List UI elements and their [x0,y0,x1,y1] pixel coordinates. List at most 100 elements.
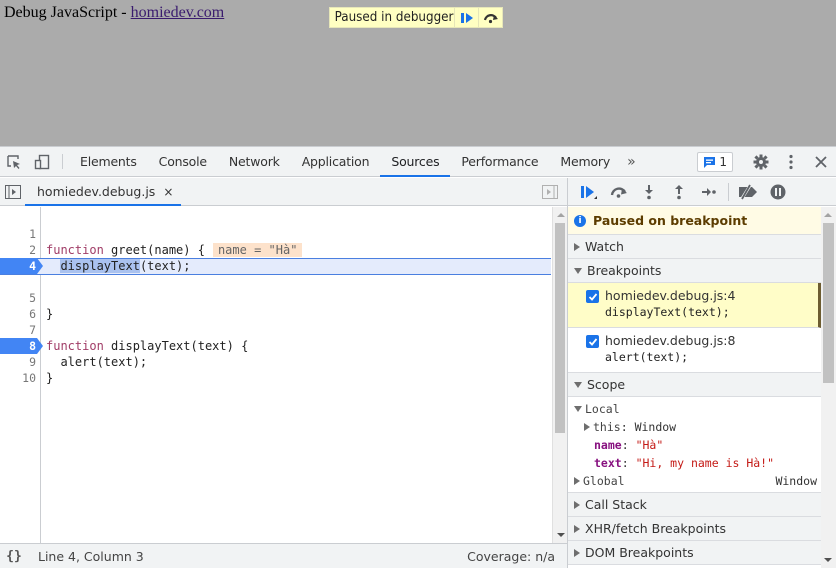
scope-label: Global [583,474,625,488]
breakpoint-checkbox[interactable] [586,335,599,348]
navigator-toggle-icon [5,185,21,199]
breakpoint-item[interactable]: homiedev.debug.js:8 alert(text); [568,328,821,373]
toolbar-divider [62,154,63,169]
tab-memory[interactable]: Memory [549,147,621,176]
scope-property-this[interactable]: this: Window [568,418,821,436]
tab-sources[interactable]: Sources [380,147,451,177]
file-tab-homiedev-debug-js[interactable]: homiedev.debug.js × [25,178,182,206]
expand-triangle-icon [584,423,590,431]
section-title: Call Stack [585,497,647,512]
scroll-down-arrow-icon[interactable] [557,533,565,537]
issues-message-icon [704,156,716,168]
scroll-up-arrow-icon[interactable] [557,213,565,217]
step-out-button[interactable] [664,178,694,206]
tab-label: Elements [80,154,137,169]
scope-property-name[interactable]: name: "Hà" [568,436,821,454]
breakpoint-marker[interactable]: 4 [0,258,43,274]
property-value: Window [634,420,677,434]
tab-performance[interactable]: Performance [450,147,549,176]
customize-menu-button[interactable] [776,154,806,170]
devtools-main-toolbar: Elements Console Network Application Sou… [0,147,836,177]
selected-text: displayText [60,259,140,273]
sources-panel: homiedev.debug.js × 1 function greet(nam… [0,178,836,568]
deactivate-breakpoints-icon [739,183,757,200]
scope-global[interactable]: Global Window [568,472,821,490]
close-icon [815,156,827,168]
xhr-breakpoints-section-header[interactable]: XHR/fetch Breakpoints [568,517,821,541]
call-stack-section-header[interactable]: Call Stack [568,493,821,517]
scope-property-text[interactable]: text: "Hi, my name is Hà!" [568,454,821,472]
debugger-scrollbar[interactable] [821,207,836,568]
expand-triangle-icon [574,500,580,509]
deactivate-breakpoints-button[interactable] [733,178,763,206]
expand-triangle-icon [574,242,580,251]
expand-triangle-icon [574,524,580,533]
tab-elements[interactable]: Elements [69,147,148,176]
tab-label: Sources [391,154,440,169]
close-file-tab-icon[interactable]: × [163,185,173,199]
line-number[interactable]: 10 [0,370,36,386]
devtools-panel: Elements Console Network Application Sou… [0,146,836,568]
step-button[interactable] [694,178,724,206]
homiedev-link[interactable]: homiedev.com [131,4,225,21]
editor-scrollbar[interactable] [552,207,567,543]
toggle-navigator-button[interactable] [0,178,26,206]
scope-section-header[interactable]: Scope [568,373,821,397]
section-title: DOM Breakpoints [585,545,694,560]
more-tabs-button[interactable]: » [621,147,641,176]
scroll-up-arrow-icon[interactable] [824,213,832,217]
scroll-down-arrow-icon[interactable] [824,558,832,562]
resume-button[interactable] [574,178,604,206]
overlay-step-over-button[interactable] [478,8,502,27]
pause-on-exceptions-icon [770,184,786,199]
overlay-resume-button[interactable] [454,8,478,27]
code-line: 7 function displayText(text) { [0,306,551,353]
settings-button[interactable] [746,154,776,170]
scope-label: Local [585,402,620,416]
tab-application[interactable]: Application [291,147,381,176]
watch-section-header[interactable]: Watch [568,235,821,259]
issues-counter-button[interactable]: 1 [697,152,733,172]
file-tab-label: homiedev.debug.js [37,184,156,199]
editor-status-bar: {} Line 4, Column 3 Coverage: n/a [0,543,567,568]
pause-on-exceptions-button[interactable] [763,178,793,206]
step-into-button[interactable] [634,178,664,206]
step-into-icon [645,184,653,199]
breakpoint-item[interactable]: homiedev.debug.js:4 displayText(text); [568,283,821,328]
pretty-print-button[interactable]: {} [0,549,28,564]
more-tabs-icon: » [627,153,636,170]
dom-breakpoints-section-header[interactable]: DOM Breakpoints [568,541,821,565]
code-editor[interactable]: 1 function greet(name) {name = "Hà" 2 le… [0,207,567,543]
page-viewport: Debug JavaScript - homiedev.com Paused i… [0,0,836,146]
code-line: 8 alert(text); [0,322,551,369]
tab-label: Console [158,154,207,169]
toggle-debugger-sidebar-button[interactable] [537,178,563,206]
section-title: Scope [587,377,626,392]
tab-network[interactable]: Network [218,147,291,176]
execution-line: 4 displayText(text); [0,258,551,275]
breakpoints-section-header[interactable]: Breakpoints [568,259,821,283]
expand-triangle-icon [574,477,580,485]
breakpoint-code: alert(text); [605,350,689,364]
checkmark-icon [588,337,597,346]
close-devtools-button[interactable] [806,156,836,168]
more-vertical-icon [789,154,793,170]
step-over-button[interactable] [604,178,634,206]
breakpoint-checkbox[interactable] [586,290,599,303]
tab-label: Memory [560,154,611,169]
scrollbar-thumb[interactable] [823,223,834,383]
device-toolbar-button[interactable] [28,147,56,176]
step-over-icon [610,186,627,198]
section-title: Breakpoints [587,263,662,278]
step-out-icon [675,184,683,199]
inspect-element-button[interactable] [0,147,28,176]
paused-in-debugger-overlay: Paused in debugger [329,7,503,28]
breakpoint-code: displayText(text); [605,305,730,319]
inspect-element-icon [7,154,20,169]
paused-message-text: Paused on breakpoint [593,213,748,228]
tab-console[interactable]: Console [148,147,218,176]
scope-local[interactable]: Local [568,400,821,418]
editor-area: homiedev.debug.js × 1 function greet(nam… [0,178,568,568]
coverage-status: Coverage: n/a [467,548,555,564]
scrollbar-thumb[interactable] [555,223,565,433]
